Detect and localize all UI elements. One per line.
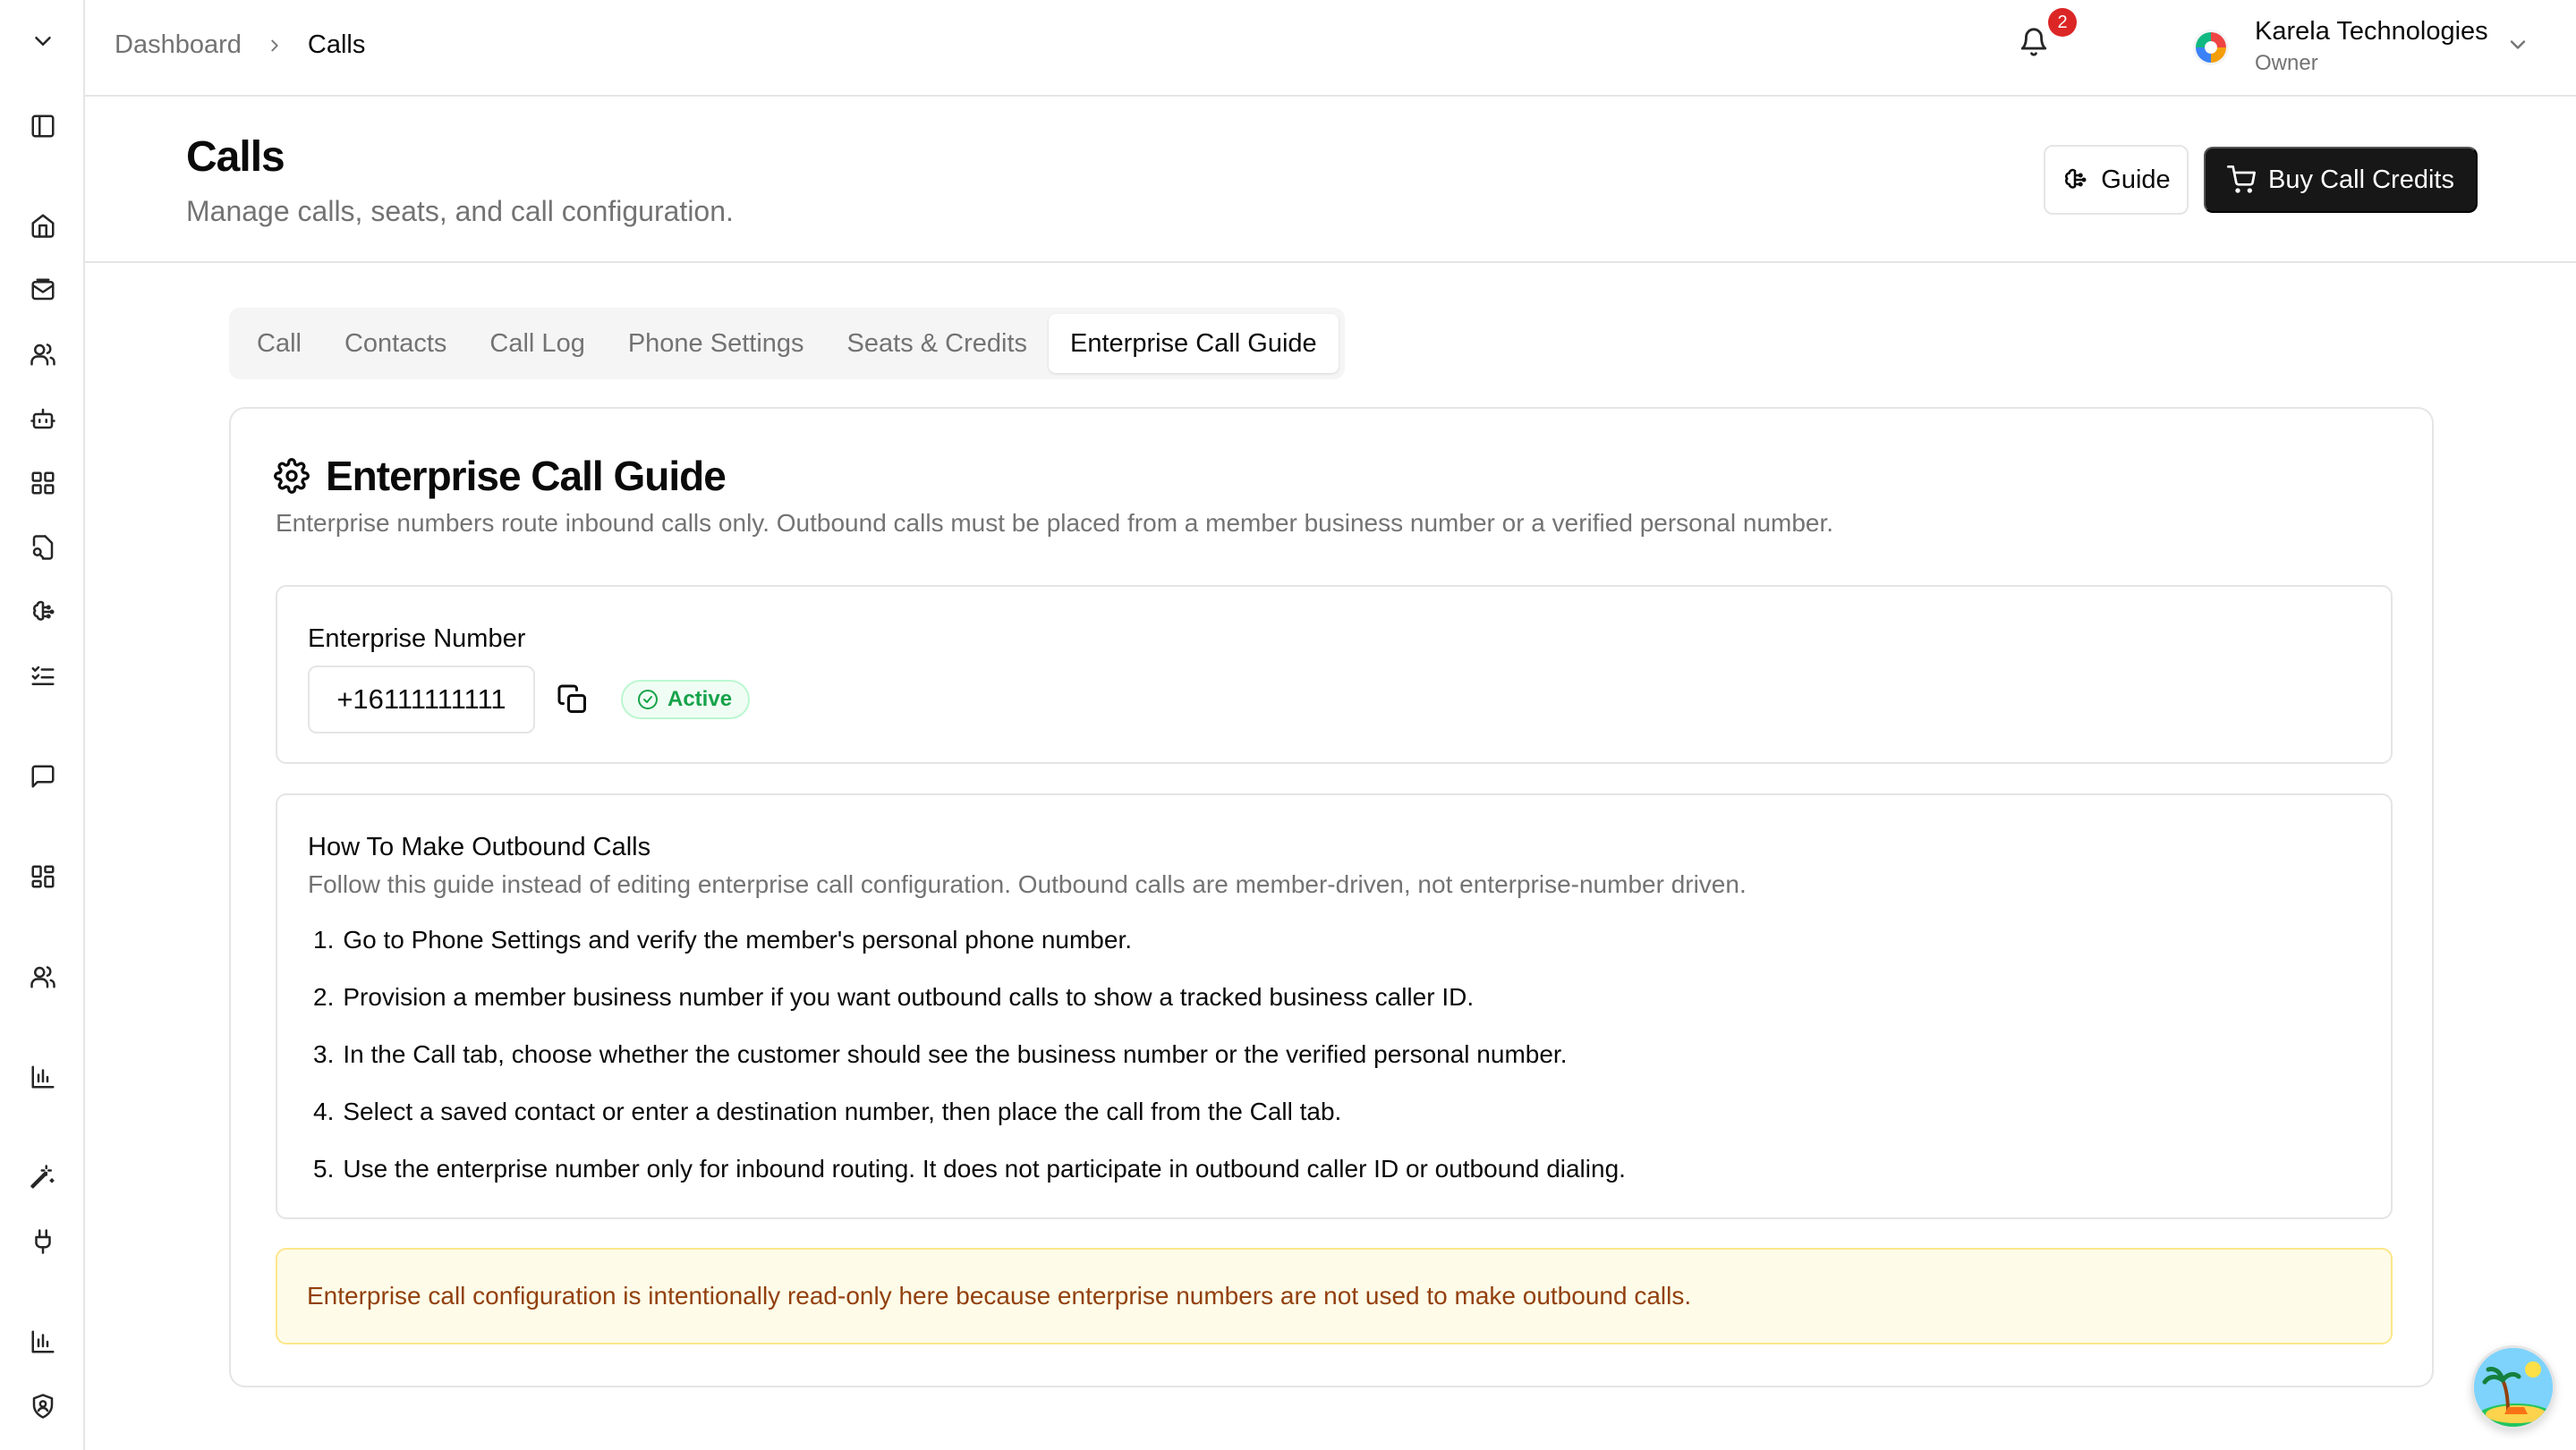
layout-icon[interactable] [27, 861, 59, 893]
breadcrumb: Dashboard Calls [115, 30, 365, 60]
outbound-guide-box: How To Make Outbound Calls Follow this g… [276, 793, 2393, 1219]
inbox-icon[interactable] [27, 274, 59, 306]
bot-icon[interactable] [27, 403, 59, 435]
steps-list: 1. Go to Phone Settings and verify the me… [313, 926, 1626, 1212]
step-number: 2. [313, 983, 335, 1011]
shield-icon[interactable] [27, 1390, 59, 1422]
chevron-right-icon [265, 36, 285, 55]
users-icon[interactable] [27, 338, 59, 370]
step-number: 1. [313, 926, 335, 954]
breadcrumb-dashboard-link[interactable]: Dashboard [115, 30, 242, 60]
tab-call[interactable]: Call [235, 314, 323, 373]
page-title: Calls [186, 133, 285, 181]
notification-badge: 2 [2048, 8, 2077, 37]
org-role: Owner [2255, 51, 2318, 75]
step-number: 5. [313, 1155, 335, 1183]
status-badge: Active [621, 680, 751, 719]
grid-icon[interactable] [27, 467, 59, 499]
step-number: 4. [313, 1098, 335, 1125]
enterprise-guide-card: Enterprise Call Guide Enterprise numbers… [229, 407, 2434, 1387]
chevron-down-icon[interactable] [27, 25, 59, 57]
assistant-avatar-button[interactable] [2471, 1345, 2555, 1429]
org-logo[interactable] [2190, 27, 2232, 68]
card-description: Enterprise numbers route inbound calls o… [276, 509, 1834, 537]
step-number: 3. [313, 1040, 335, 1068]
step-text: Provision a member business number if yo… [343, 983, 1475, 1011]
outbound-guide-description: Follow this guide instead of editing ent… [308, 870, 1747, 898]
copy-icon[interactable] [557, 683, 592, 719]
buy-call-credits-button[interactable]: Buy Call Credits [2204, 147, 2478, 213]
tab-contacts[interactable]: Contacts [323, 314, 468, 373]
list-item: 4. Select a saved contact or enter a dest… [313, 1098, 1626, 1155]
check-circle-icon [638, 690, 658, 709]
list-item: 1. Go to Phone Settings and verify the me… [313, 926, 1626, 983]
card-title: Enterprise Call Guide [326, 453, 727, 499]
bell-icon[interactable] [2019, 27, 2054, 63]
page-header: Calls Manage calls, seats, and call conf… [85, 97, 2576, 263]
file-search-icon[interactable] [27, 531, 59, 564]
tab-call-log[interactable]: Call Log [468, 314, 606, 373]
tab-bar: Call Contacts Call Log Phone Settings Se… [229, 308, 1345, 379]
step-text: Use the enterprise number only for inbou… [343, 1155, 1626, 1183]
enterprise-number-box: Enterprise Number +16111111111 Active [276, 585, 2393, 764]
brain-icon[interactable] [27, 596, 59, 628]
enterprise-number-value: +16111111111 [308, 666, 535, 733]
status-label: Active [667, 687, 733, 711]
step-text: Select a saved contact or enter a destin… [343, 1098, 1342, 1125]
chevron-down-icon[interactable] [2505, 32, 2530, 57]
message-icon[interactable] [27, 760, 59, 793]
breadcrumb-current: Calls [307, 30, 366, 59]
plug-icon[interactable] [27, 1225, 59, 1258]
enterprise-number-label: Enterprise Number [308, 624, 526, 653]
list-checks-icon[interactable] [27, 660, 59, 692]
cart-icon [2227, 165, 2257, 193]
step-text: In the Call tab, choose whether the cust… [343, 1040, 1568, 1068]
analytics-icon[interactable] [27, 1326, 59, 1358]
chart-icon[interactable] [27, 1061, 59, 1093]
guide-button-label: Guide [2101, 165, 2171, 194]
org-name[interactable]: Karela Technologies [2255, 17, 2488, 47]
guide-button[interactable]: Guide [2044, 145, 2189, 215]
tab-seats-credits[interactable]: Seats & Credits [826, 314, 1049, 373]
list-item: 3. In the Call tab, choose whether the cu… [313, 1040, 1626, 1098]
tab-phone-settings[interactable]: Phone Settings [607, 314, 826, 373]
read-only-notice: Enterprise call configuration is intenti… [276, 1248, 2393, 1344]
step-text: Go to Phone Settings and verify the memb… [343, 926, 1133, 954]
list-item: 2. Provision a member business number if … [313, 983, 1626, 1040]
gear-icon [274, 458, 310, 494]
home-icon[interactable] [27, 209, 59, 242]
page-subtitle: Manage calls, seats, and call configurat… [186, 195, 734, 227]
sidebar [0, 0, 85, 1450]
wand-icon[interactable] [27, 1161, 59, 1193]
buy-button-label: Buy Call Credits [2268, 165, 2454, 194]
brain-icon [2065, 168, 2087, 189]
tab-enterprise-call-guide[interactable]: Enterprise Call Guide [1049, 314, 1339, 373]
card-title-row: Enterprise Call Guide [274, 452, 727, 500]
panel-left-icon[interactable] [27, 110, 59, 142]
outbound-guide-title: How To Make Outbound Calls [308, 833, 651, 861]
contacts-icon[interactable] [27, 961, 59, 993]
list-item: 5. Use the enterprise number only for inb… [313, 1155, 1626, 1212]
